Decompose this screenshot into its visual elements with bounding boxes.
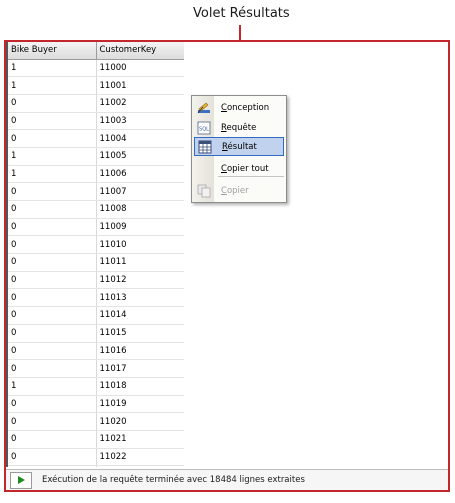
cell-bike-buyer[interactable]: 0 (8, 112, 97, 131)
menu-item-label: Copier (221, 185, 249, 196)
menu-item-label: Requête (221, 122, 257, 133)
cell-customerkey[interactable]: 11016 (96, 342, 184, 361)
cell-customerkey[interactable]: 11007 (96, 182, 184, 201)
column-header-bike-buyer[interactable]: Bike Buyer (8, 42, 97, 60)
table-row[interactable]: 0 11019 (8, 395, 184, 414)
results-grid[interactable]: Bike Buyer CustomerKey 1 11000 1 11001 0 1100… (6, 42, 184, 467)
cell-bike-buyer[interactable]: 0 (8, 448, 97, 467)
cell-customerkey[interactable]: 11014 (96, 306, 184, 325)
cell-bike-buyer[interactable]: 0 (8, 253, 97, 272)
sql-query-icon: SQL (196, 120, 212, 136)
cell-customerkey[interactable]: 11015 (96, 324, 184, 343)
cell-bike-buyer[interactable]: 0 (8, 306, 97, 325)
menu-item-label: Résultat (222, 141, 257, 152)
cell-customerkey[interactable]: 11019 (96, 395, 184, 414)
cell-customerkey[interactable]: 11012 (96, 271, 184, 290)
cell-customerkey[interactable]: 11010 (96, 235, 184, 255)
design-icon (196, 100, 212, 116)
cell-customerkey[interactable]: 11021 (96, 430, 184, 449)
menu-item-label: Copier tout (221, 163, 269, 174)
blank-icon (196, 161, 212, 177)
cell-bike-buyer[interactable]: 1 (8, 377, 97, 396)
cell-customerkey[interactable]: 11002 (96, 94, 184, 113)
cell-customerkey[interactable]: 11017 (96, 359, 184, 378)
table-row[interactable]: 0 11004 (8, 129, 184, 148)
table-row[interactable]: 0 11022 (8, 448, 184, 467)
menu-item-resultat[interactable]: Résultat (194, 137, 284, 156)
table-row[interactable]: 0 11017 (8, 359, 184, 378)
table-row[interactable]: 0 11016 (8, 342, 184, 361)
cell-bike-buyer[interactable]: 1 (8, 59, 97, 78)
column-header-customerkey[interactable]: CustomerKey (96, 42, 184, 60)
table-row[interactable]: 0 11010 (8, 235, 184, 255)
cell-bike-buyer[interactable]: 0 (8, 359, 97, 378)
table-row[interactable]: 0 11012 (8, 271, 184, 290)
cell-bike-buyer[interactable]: 1 (8, 147, 97, 166)
table-row[interactable]: 0 11020 (8, 412, 184, 431)
status-text: Exécution de la requête terminée avec 18… (42, 475, 305, 485)
table-row[interactable]: 0 11021 (8, 430, 184, 449)
table-row[interactable]: 1 11000 (8, 59, 184, 78)
result-grid-icon (197, 139, 213, 155)
cell-bike-buyer[interactable]: 1 (8, 165, 97, 184)
table-row[interactable]: 0 11002 (8, 94, 184, 113)
cell-customerkey[interactable]: 11004 (96, 129, 184, 148)
cell-bike-buyer[interactable]: 0 (8, 182, 97, 201)
table-row[interactable]: 0 11008 (8, 200, 184, 219)
table-row[interactable]: 0 11003 (8, 112, 184, 131)
table-row[interactable]: 11023 (8, 465, 184, 467)
cell-customerkey[interactable]: 11005 (96, 147, 184, 166)
cell-customerkey[interactable]: 11018 (96, 377, 184, 396)
cell-bike-buyer[interactable]: 0 (8, 129, 97, 148)
cell-bike-buyer[interactable]: 0 (8, 271, 97, 290)
cell-bike-buyer[interactable] (8, 465, 97, 467)
cell-customerkey[interactable]: 11009 (96, 218, 184, 237)
cell-customerkey[interactable]: 11000 (96, 59, 184, 78)
cell-customerkey[interactable]: 11013 (96, 288, 184, 308)
cell-bike-buyer[interactable]: 0 (8, 412, 97, 431)
copy-icon (196, 183, 212, 199)
cell-customerkey[interactable]: 11022 (96, 448, 184, 467)
cell-bike-buyer[interactable]: 0 (8, 218, 97, 237)
table-row[interactable]: 0 11009 (8, 218, 184, 237)
cell-bike-buyer[interactable]: 0 (8, 324, 97, 343)
cell-customerkey[interactable]: 11006 (96, 165, 184, 184)
menu-item-conception[interactable]: Conception (194, 98, 284, 117)
run-icon (10, 471, 32, 489)
menu-separator (218, 176, 284, 177)
cell-customerkey[interactable]: 11001 (96, 76, 184, 95)
svg-text:SQL: SQL (199, 126, 209, 132)
table-row[interactable]: 0 11011 (8, 253, 184, 272)
table-row[interactable]: 0 11007 (8, 182, 184, 201)
cell-bike-buyer[interactable]: 0 (8, 342, 97, 361)
context-menu: Conception SQL Requête Résultat Copier t… (191, 95, 287, 203)
table-row[interactable]: 0 11015 (8, 324, 184, 343)
callout-line (239, 25, 241, 41)
cell-bike-buyer[interactable]: 1 (8, 76, 97, 95)
cell-customerkey[interactable]: 11023 (96, 465, 184, 467)
cell-customerkey[interactable]: 11003 (96, 112, 184, 131)
results-table: Bike Buyer CustomerKey 1 11000 1 11001 0 1100… (8, 42, 184, 467)
table-row[interactable]: 1 11018 (8, 377, 184, 396)
cell-customerkey[interactable]: 11020 (96, 412, 184, 431)
table-row[interactable]: 1 11001 (8, 76, 184, 95)
table-row[interactable]: 1 11005 (8, 147, 184, 166)
cell-bike-buyer[interactable]: 0 (8, 235, 97, 255)
cell-customerkey[interactable]: 11011 (96, 253, 184, 272)
menu-item-label: Conception (221, 102, 270, 113)
cell-bike-buyer[interactable]: 0 (8, 94, 97, 113)
table-row[interactable]: 0 11013 (8, 288, 184, 308)
table-row[interactable]: 1 11006 (8, 165, 184, 184)
grid-header-row: Bike Buyer CustomerKey (8, 42, 184, 60)
cell-customerkey[interactable]: 11008 (96, 200, 184, 219)
cell-bike-buyer[interactable]: 0 (8, 395, 97, 414)
cell-bike-buyer[interactable]: 0 (8, 430, 97, 449)
cell-bike-buyer[interactable]: 0 (8, 288, 97, 308)
status-bar: Exécution de la requête terminée avec 18… (6, 469, 448, 490)
table-row[interactable]: 0 11014 (8, 306, 184, 325)
cell-bike-buyer[interactable]: 0 (8, 200, 97, 219)
menu-item-requete[interactable]: SQL Requête (194, 118, 284, 137)
menu-item-copier[interactable]: Copier (194, 181, 284, 200)
callout-title: Volet Résultats (193, 6, 290, 21)
